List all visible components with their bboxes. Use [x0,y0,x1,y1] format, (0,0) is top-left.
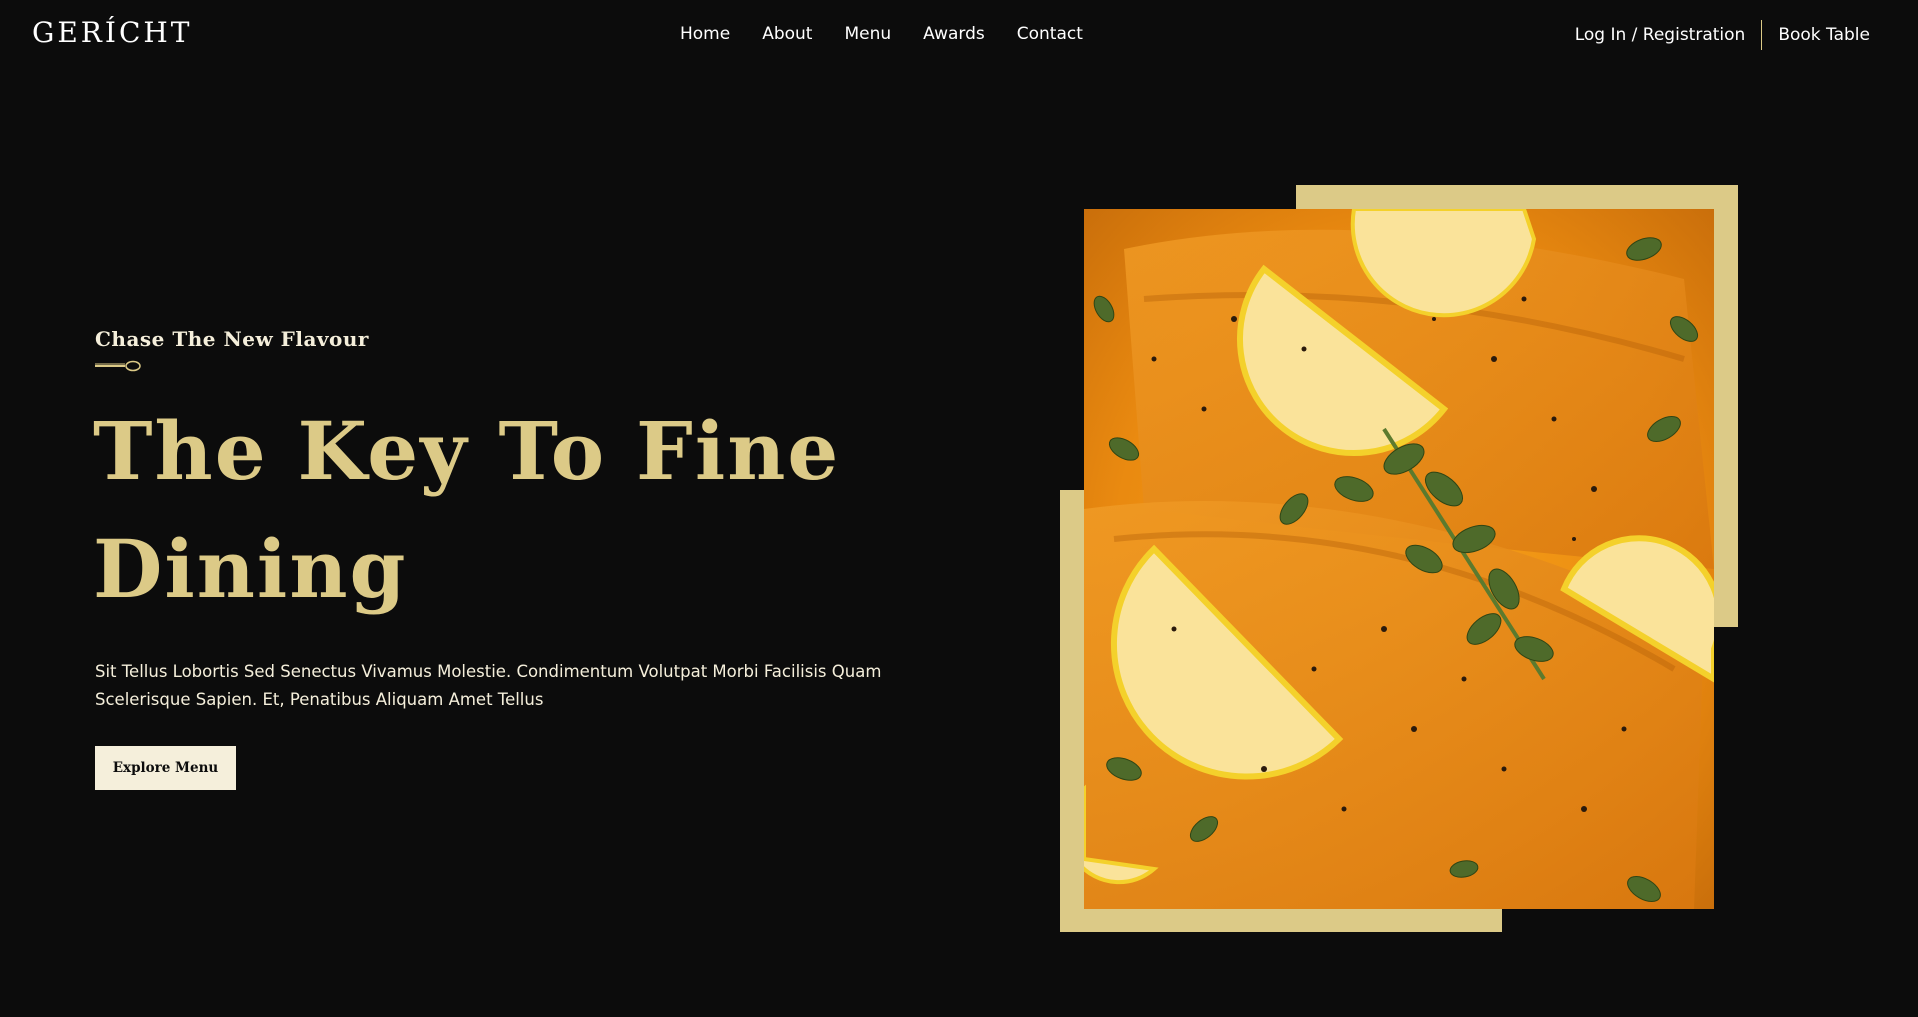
navbar: GERÍCHT Home About Menu Awards Contact L… [0,0,1918,70]
hero-description: Sit Tellus Lobortis Sed Senectus Vivamus… [95,662,882,709]
login-link[interactable]: Log In / Registration [1575,25,1762,45]
nav-actions: Log In / Registration Book Table [1575,20,1870,50]
nav-link-about[interactable]: About [762,24,812,44]
spoon-icon [95,360,141,372]
nav-link-menu[interactable]: Menu [844,24,891,44]
hero-headline: The Key To Fine Dining [93,404,841,616]
page: GERÍCHT Home About Menu Awards Contact L… [0,0,1918,1017]
explore-menu-button[interactable]: Explore Menu [95,746,236,790]
logo[interactable]: GERÍCHT [32,16,192,49]
nav-link-awards[interactable]: Awards [923,24,985,44]
nav-links: Home About Menu Awards Contact [680,24,1083,44]
nav-link-home[interactable]: Home [680,24,730,44]
book-table-link[interactable]: Book Table [1762,25,1870,45]
nav-link-contact[interactable]: Contact [1017,24,1083,44]
salmon-dish-photo [1084,209,1714,909]
hero-subtitle: Chase The New Flavour [95,327,369,351]
